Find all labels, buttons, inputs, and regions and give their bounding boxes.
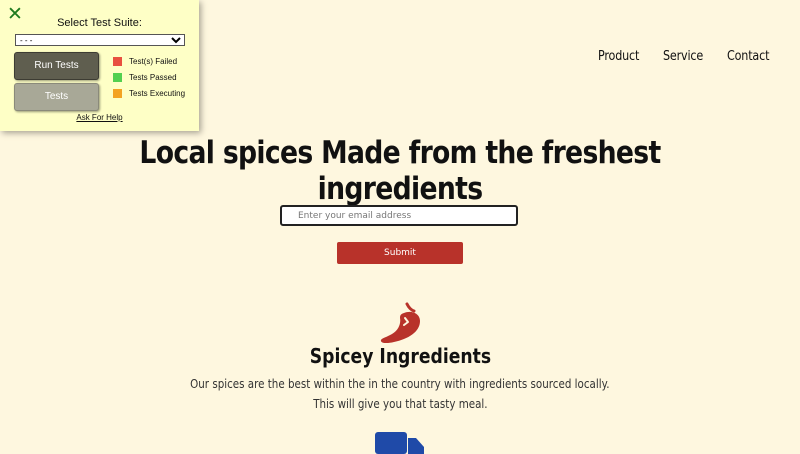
legend-label-executing: Tests Executing [129, 89, 186, 98]
test-suite-select[interactable]: - - - [15, 34, 185, 46]
feature-description-line-2: This will give you that tasty meal. [312, 397, 488, 411]
failed-swatch [113, 57, 122, 66]
executing-swatch [113, 89, 122, 98]
legend-item-passed: Tests Passed [113, 73, 177, 82]
feature-title: Spicey Ingredients [0, 344, 800, 368]
feature-description: Our spices are the best within the in th… [0, 374, 800, 414]
main-nav: Product Service Contact [598, 49, 776, 64]
feature-description-line-1: Our spices are the best within the in th… [190, 377, 610, 391]
legend-item-failed: Test(s) Failed [113, 57, 177, 66]
test-suite-label: Select Test Suite: [57, 17, 142, 29]
run-tests-button[interactable]: Run Tests [14, 52, 99, 80]
legend-item-executing: Tests Executing [113, 89, 185, 98]
passed-swatch [113, 73, 122, 82]
email-input[interactable] [280, 205, 518, 226]
chili-pepper-icon [380, 302, 420, 344]
nav-link-product[interactable]: Product [598, 49, 639, 64]
legend-label-passed: Tests Passed [129, 73, 177, 82]
tests-button[interactable]: Tests [14, 83, 99, 111]
submit-button[interactable]: Submit [337, 242, 463, 264]
hero-title-text: Local spices Made from the freshest ingr… [139, 135, 661, 207]
legend-label-failed: Test(s) Failed [129, 57, 178, 66]
nav-link-service[interactable]: Service [663, 49, 703, 64]
truck-icon [375, 432, 424, 454]
hero-title: Local spices Made from the freshest ingr… [0, 135, 800, 207]
ask-for-help-link[interactable]: Ask For Help [0, 113, 199, 122]
test-suite-panel: ✕ Select Test Suite: - - - Run Tests Tes… [0, 0, 199, 131]
nav-link-contact[interactable]: Contact [727, 49, 769, 64]
feature-title-text: Spicey Ingredients [309, 344, 491, 368]
